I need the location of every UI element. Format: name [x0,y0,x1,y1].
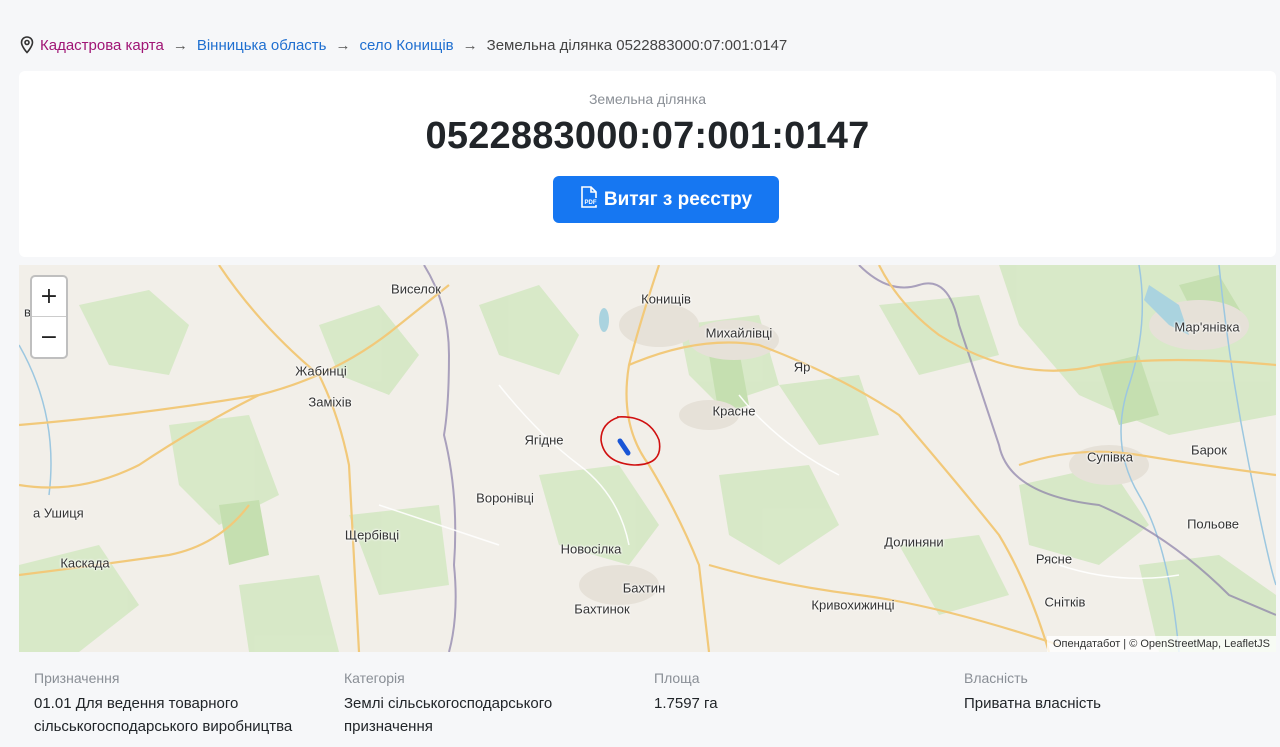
map-place-label: Конищів [641,291,691,307]
breadcrumb-village[interactable]: село Конищів [359,37,453,54]
category-column: Категорія Землі сільськогосподарського п… [329,660,639,747]
purpose-value: 01.01 Для ведення товарного сільськогосп… [34,695,293,735]
map-place-label: Виселок [391,281,441,297]
category-label: Категорія [344,670,405,686]
map-place-label: Кривохижинці [811,597,895,613]
map-place-label: Жабинці [295,363,347,379]
ownership-column: Власність Приватна власність [949,660,1259,747]
map-place-label: а Ушиця [33,505,84,521]
location-pin-icon [20,36,34,54]
map-attribution[interactable]: Опендатабот | © OpenStreetMap, LeafletJS [1046,636,1276,652]
parcel-number: 0522883000:07:001:0147 [425,115,870,157]
parcel-header-card: Земельна ділянка 0522883000:07:001:0147 … [19,71,1276,257]
breadcrumb-separator: → [335,36,351,54]
parcel-marker[interactable] [617,438,631,456]
registry-extract-label: Витяг з реєстру [603,188,753,210]
breadcrumb-cadastral-map[interactable]: Кадастрова карта [40,37,164,54]
map-place-label: Ягідне [524,432,564,448]
map-place-label: Бахтинок [574,601,630,617]
area-label: Площа [654,670,700,686]
ownership-value: Приватна власність [964,695,1101,712]
map-place-label: Барок [1191,442,1227,458]
cadastral-map[interactable]: Виселок Конищів Михайлівці Мар'янівка Жабинц… [19,265,1276,652]
breadcrumb-current: Земельна ділянка 0522883000:07:001:0147 [486,36,788,54]
map-place-label: Красне [712,403,756,419]
map-place-label: Воронівці [476,490,534,506]
map-place-label: Мар'янівка [1174,319,1240,335]
map-place-label: Новосілка [560,541,622,557]
breadcrumb-separator: → [172,36,188,54]
map-place-label: Яр [793,359,811,375]
pdf-icon-text: PDF [584,200,596,206]
zoom-control: + − [30,275,68,359]
registry-extract-button[interactable]: PDF Витяг з реєстру [553,176,779,223]
breadcrumb-region[interactable]: Вінницька область [197,37,327,54]
map-place-label: Сніткiв [1044,594,1086,610]
map-place-label: Заміхів [308,394,352,410]
map-place-label: Михайлівці [705,325,773,341]
breadcrumb: Кадастрова карта → Вінницька область → с… [20,34,787,56]
map-place-label: Польове [1187,516,1239,532]
map-place-label: Рясне [1035,551,1073,567]
map-place-label: Бахтин [622,580,666,596]
breadcrumb-separator: → [462,36,478,54]
parcel-info: Призначення 01.01 Для ведення товарного … [19,660,1276,747]
area-column: Площа 1.7597 га [639,660,949,747]
map-place-label: Щербівці [344,527,400,543]
area-value: 1.7597 га [654,695,718,712]
map-place-label: Долиняни [884,534,944,550]
map-place-label: Супівка [1087,449,1133,465]
category-value: Землі сільськогосподарського призначення [344,695,553,735]
ownership-label: Власність [964,670,1028,686]
zoom-in-button[interactable]: + [32,277,66,317]
purpose-label: Призначення [34,670,120,686]
zoom-out-button[interactable]: − [32,317,66,357]
pdf-file-icon: PDF [580,185,598,214]
parcel-type-label: Земельна ділянка [588,91,707,107]
purpose-column: Призначення 01.01 Для ведення товарного … [19,660,329,747]
map-place-label: Каскада [60,555,110,571]
